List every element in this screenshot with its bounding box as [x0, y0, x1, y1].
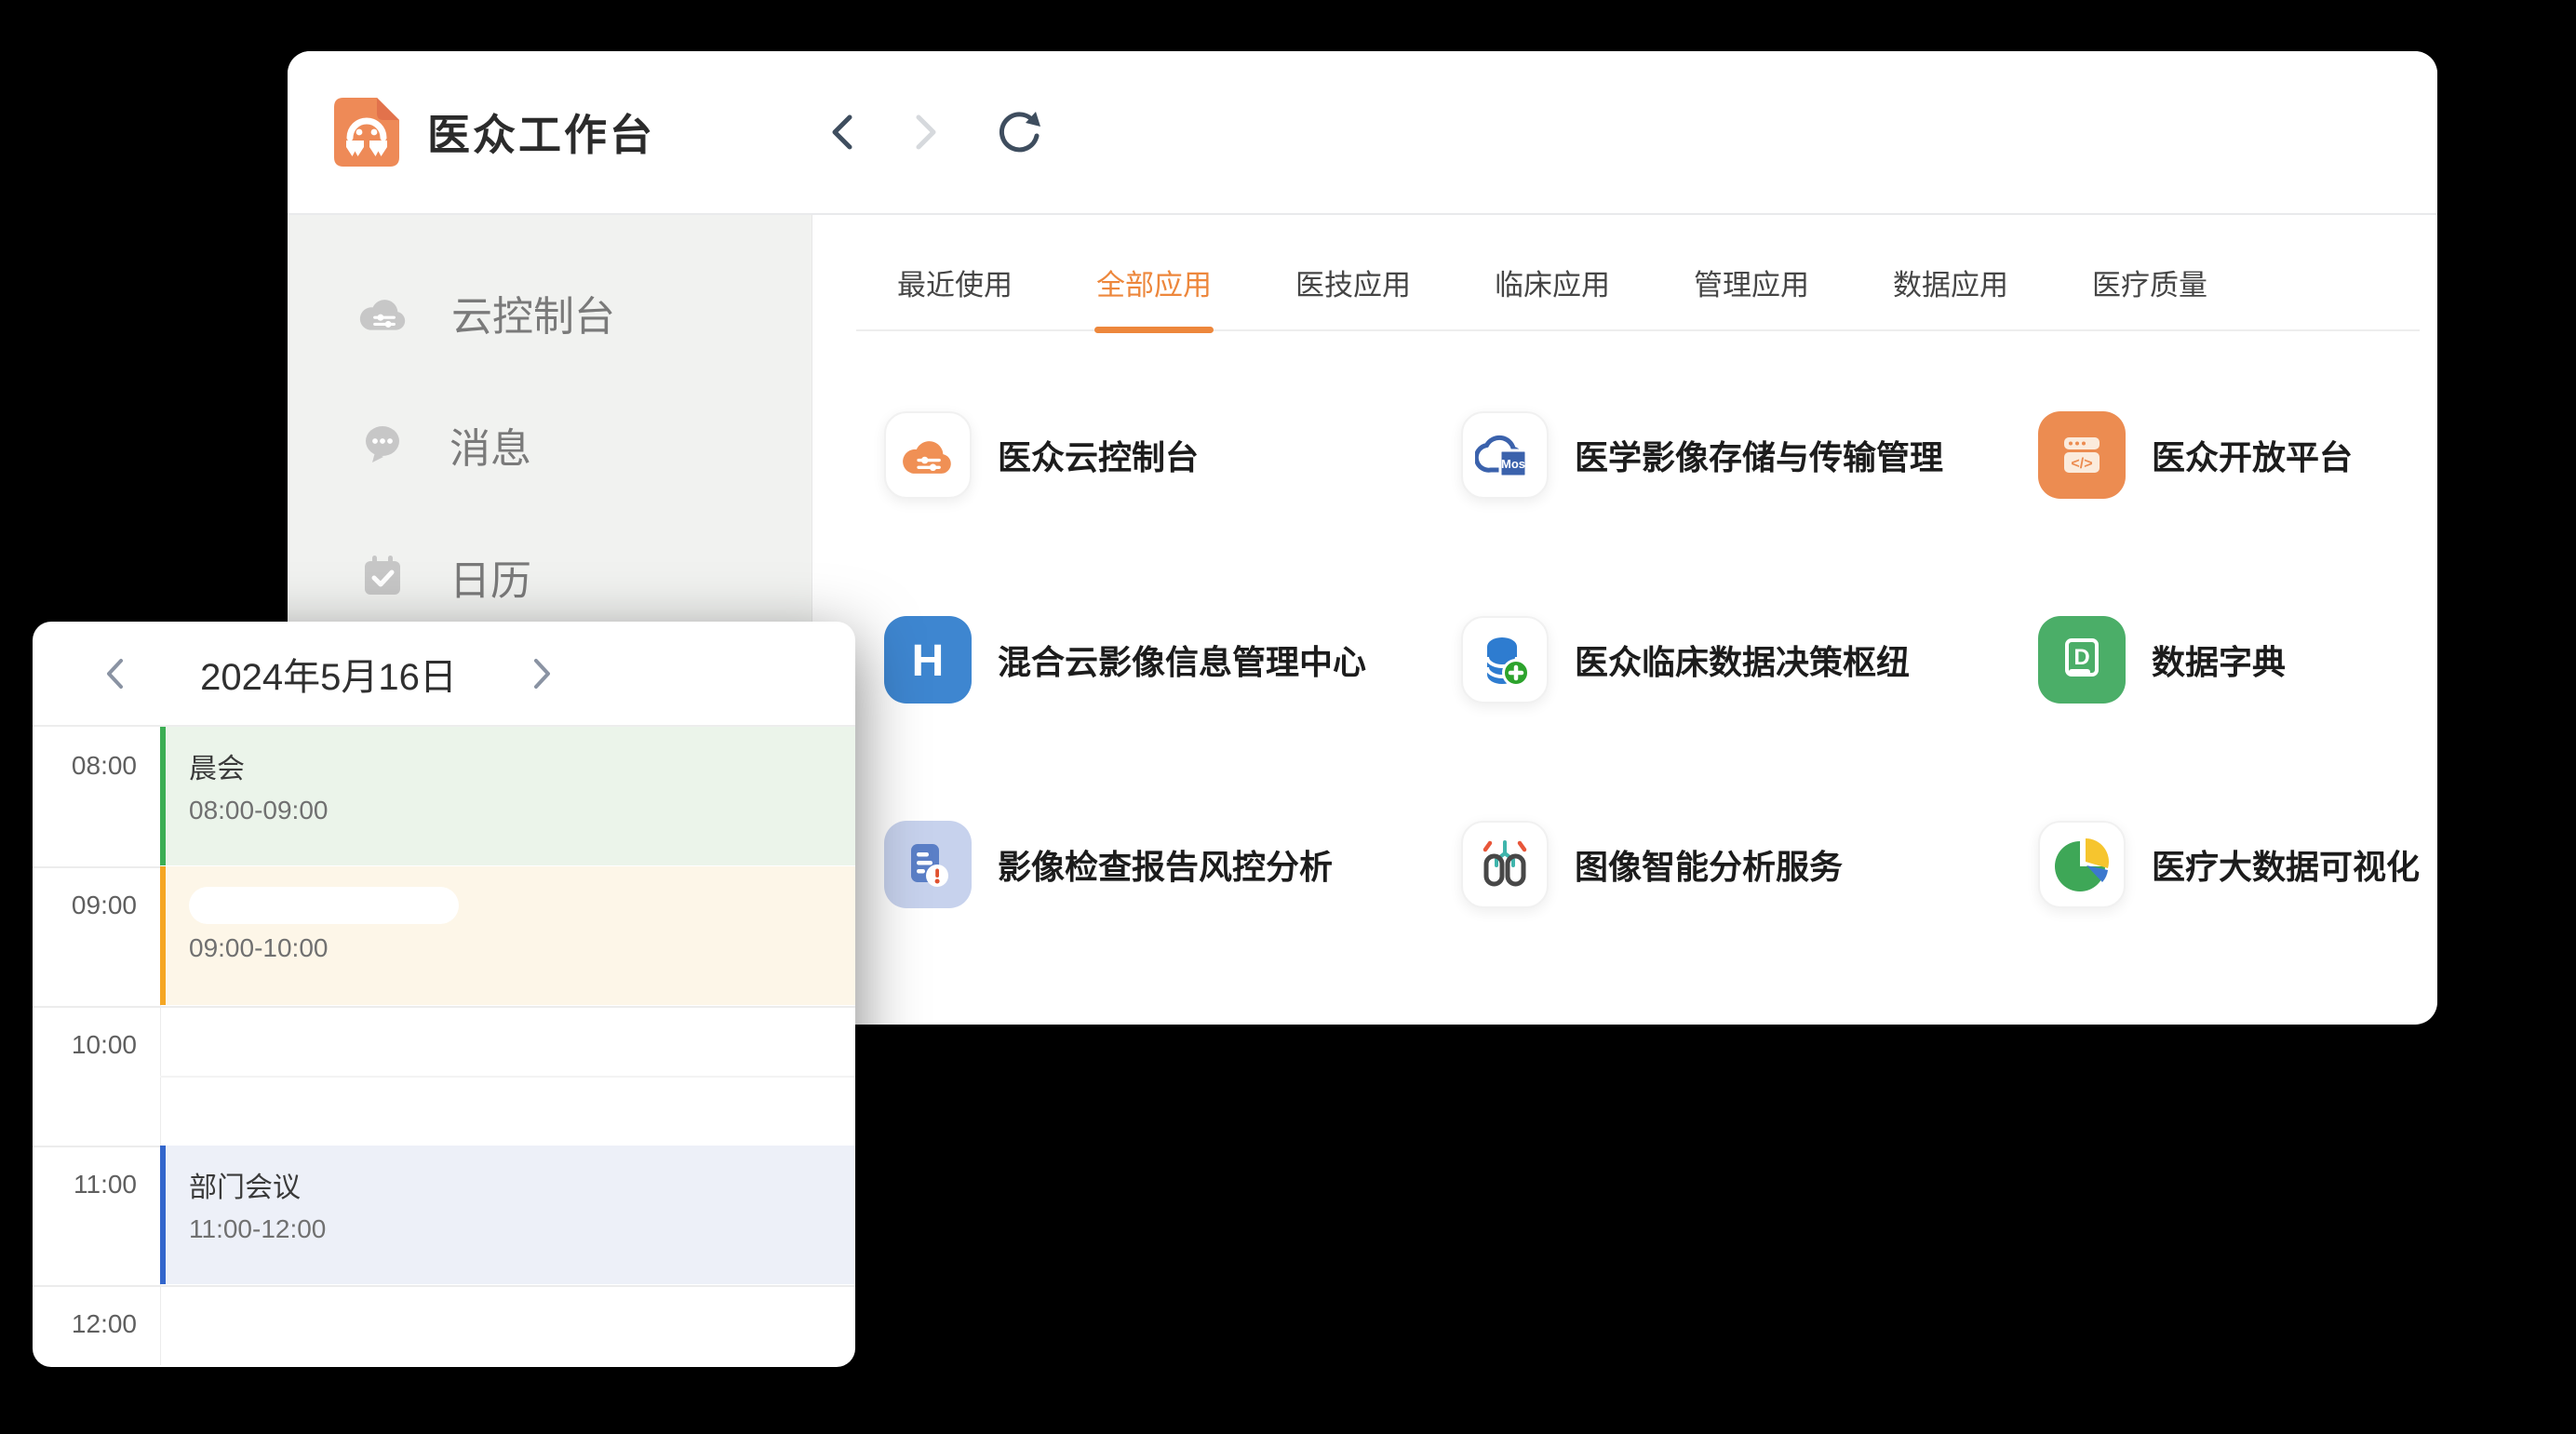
- calendar-event-department-meeting[interactable]: 部门会议 11:00-12:00: [160, 1146, 855, 1284]
- tab-bar: 最近使用 全部应用 医技应用 临床应用 管理应用 数据应用 医疗质量: [856, 261, 2420, 331]
- time-label: 12:00: [33, 1309, 137, 1339]
- calendar-event-redacted[interactable]: 09:00-10:00: [160, 866, 855, 1005]
- browser-code-icon: </>: [2038, 411, 2126, 499]
- report-warning-icon: [884, 821, 972, 908]
- tab-medtech-apps[interactable]: 医技应用: [1295, 261, 1411, 329]
- sidebar-item-messages[interactable]: 消息: [288, 379, 812, 511]
- event-time: 09:00-10:00: [189, 933, 855, 963]
- icon-badge-text: Mos: [1501, 457, 1525, 471]
- back-button[interactable]: [827, 111, 857, 154]
- tab-all-apps[interactable]: 全部应用: [1096, 261, 1212, 329]
- app-label: 医众临床数据决策枢纽: [1575, 636, 1910, 684]
- app-label: 医众云控制台: [998, 431, 1199, 479]
- hour-gridline: [33, 1285, 855, 1287]
- green-dictionary-icon: D: [2038, 616, 2126, 704]
- tab-data-apps[interactable]: 数据应用: [1893, 261, 2008, 329]
- tab-medical-quality[interactable]: 医疗质量: [2092, 261, 2207, 329]
- forward-button[interactable]: [911, 111, 941, 154]
- sidebar-item-cloud-console[interactable]: 云控制台: [288, 247, 812, 379]
- calendar-check-icon: [356, 551, 409, 603]
- event-title: 晨会: [189, 745, 855, 786]
- pie-chart-icon: [2038, 821, 2126, 908]
- time-label: 09:00: [33, 891, 137, 920]
- app-cloud-console[interactable]: 医众云控制台: [884, 411, 1461, 499]
- app-logo: [334, 98, 399, 167]
- icon-glyph-text: D: [2073, 645, 2089, 670]
- blue-h-tile-icon: H: [884, 616, 972, 704]
- app-label: 医众开放平台: [2152, 431, 2353, 479]
- browser-nav-group: [827, 109, 1041, 155]
- window-header: 医众工作台: [288, 51, 2437, 215]
- main-content: 最近使用 全部应用 医技应用 临床应用 管理应用 数据应用 医疗质量: [812, 215, 2437, 1023]
- refresh-button[interactable]: [995, 109, 1041, 155]
- day-calendar-panel: 2024年5月16日 08:00 09:00 10:00 11:00 12:00…: [33, 622, 855, 1367]
- time-label: 10:00: [33, 1030, 137, 1060]
- tab-admin-apps[interactable]: 管理应用: [1694, 261, 1809, 329]
- sidebar-item-label: 日历: [449, 547, 531, 607]
- sidebar-item-label: 消息: [449, 415, 531, 475]
- calendar-body: 08:00 09:00 10:00 11:00 12:00 晨会 08:00-0…: [33, 727, 855, 1365]
- app-pacs[interactable]: Mos 医学影像存储与传输管理: [1461, 411, 2038, 499]
- icon-glyph-text: H: [912, 637, 945, 686]
- blue-cloud-box-icon: Mos: [1461, 411, 1549, 499]
- app-label: 影像检查报告风控分析: [998, 840, 1333, 889]
- window-title: 医众工作台: [427, 101, 655, 163]
- app-data-dictionary[interactable]: D 数据字典: [2038, 616, 2420, 704]
- time-label: 08:00: [33, 751, 137, 781]
- calendar-event-morning-meeting[interactable]: 晨会 08:00-09:00: [160, 727, 855, 865]
- calendar-header: 2024年5月16日: [33, 622, 855, 727]
- orange-cloud-sliders-icon: [884, 411, 972, 499]
- app-label: 数据字典: [2152, 636, 2286, 684]
- cloud-console-icon: [356, 289, 410, 336]
- app-label: 混合云影像信息管理中心: [998, 636, 1366, 684]
- event-time: 11:00-12:00: [189, 1214, 855, 1244]
- time-label: 11:00: [33, 1170, 137, 1199]
- icon-glyph-text: </>: [2071, 456, 2092, 472]
- event-time: 08:00-09:00: [189, 796, 855, 825]
- app-label: 医学影像存储与传输管理: [1575, 431, 1943, 479]
- half-hour-gridline: [160, 1076, 855, 1078]
- app-report-risk-analysis[interactable]: 影像检查报告风控分析: [884, 821, 1461, 908]
- calendar-prev-button[interactable]: [102, 654, 128, 693]
- sidebar-item-label: 云控制台: [451, 283, 615, 342]
- calendar-date-title: 2024年5月16日: [128, 647, 529, 701]
- apps-grid: 医众云控制台 Mos 医学影像存储与传输管理: [884, 411, 2420, 908]
- calendar-next-button[interactable]: [529, 654, 555, 693]
- tab-recently-used[interactable]: 最近使用: [897, 261, 1013, 329]
- event-title: 部门会议: [189, 1164, 855, 1205]
- app-label: 医疗大数据可视化: [2152, 840, 2420, 889]
- app-big-data-visualization[interactable]: 医疗大数据可视化: [2038, 821, 2420, 908]
- app-open-platform[interactable]: </> 医众开放平台: [2038, 411, 2420, 499]
- app-image-ai-service[interactable]: 图像智能分析服务: [1461, 821, 2038, 908]
- message-bubble-icon: [356, 419, 409, 471]
- lungs-icon: [1461, 821, 1549, 908]
- database-plus-icon: [1461, 616, 1549, 704]
- app-hybrid-cloud-center[interactable]: H 混合云影像信息管理中心: [884, 616, 1461, 704]
- app-clinical-data-hub[interactable]: 医众临床数据决策枢纽: [1461, 616, 2038, 704]
- app-label: 图像智能分析服务: [1575, 840, 1843, 889]
- redacted-event-title-pill: [189, 887, 459, 924]
- hour-gridline: [33, 1006, 855, 1008]
- tab-clinical-apps[interactable]: 临床应用: [1495, 261, 1610, 329]
